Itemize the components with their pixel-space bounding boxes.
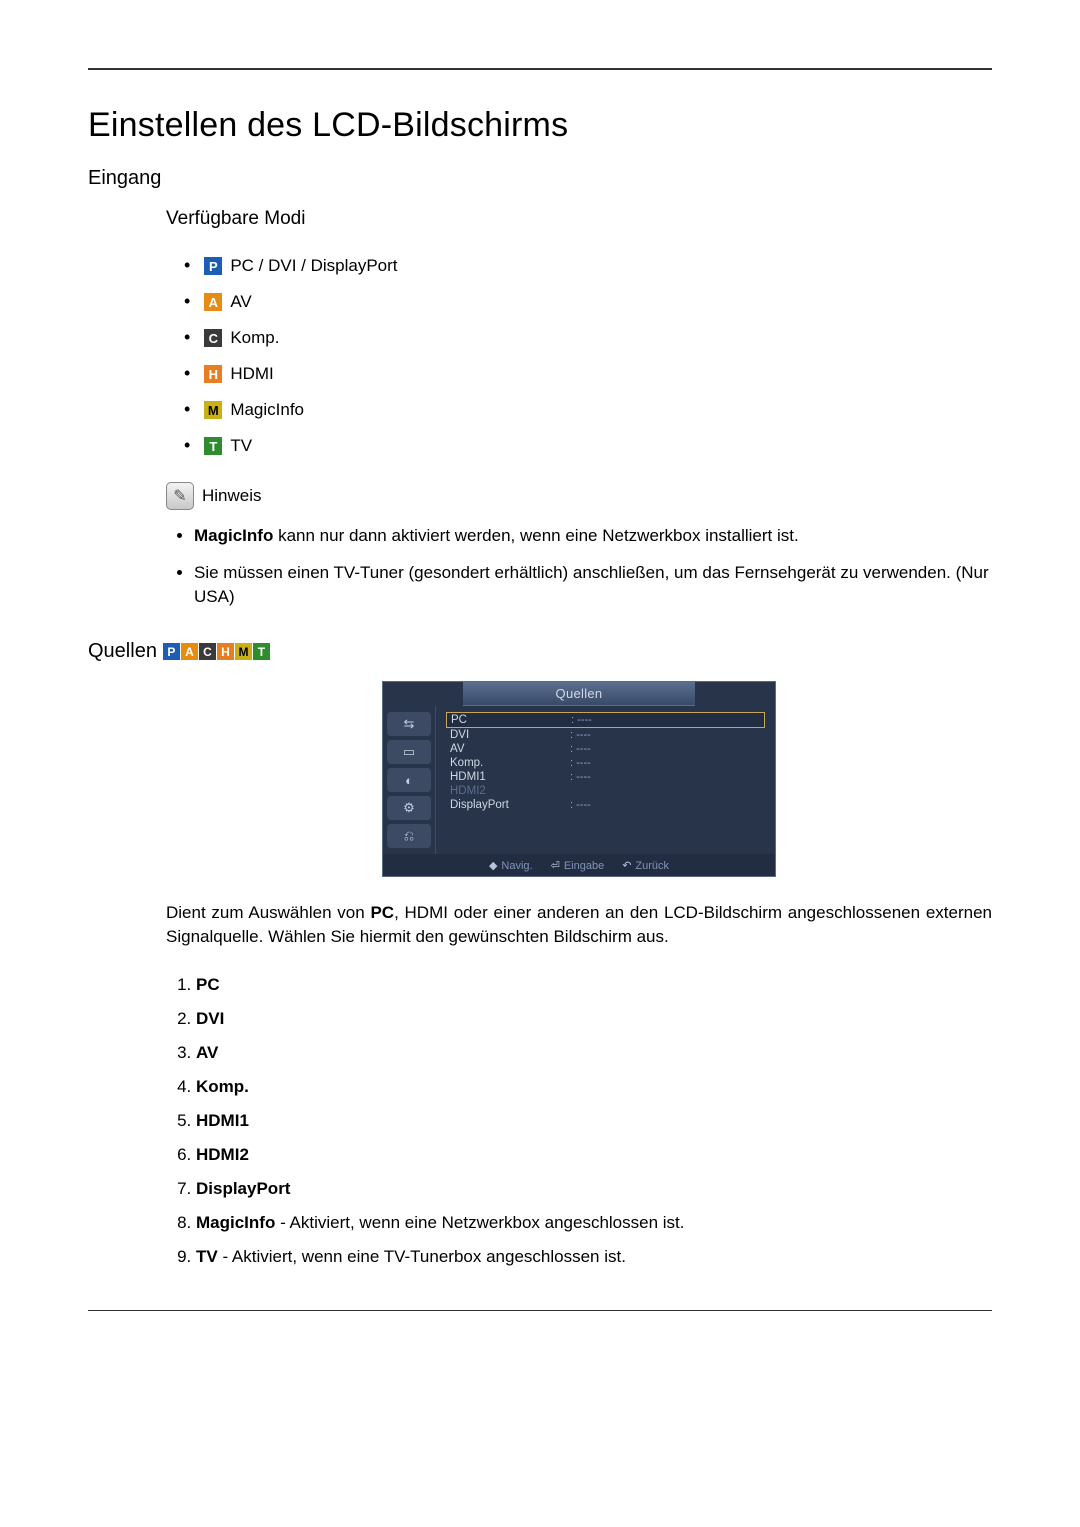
mini-icon-h: H [217, 643, 234, 660]
mode-icon-a: A [204, 293, 222, 311]
mode-icon-p: P [204, 257, 222, 275]
mode-label: AV [230, 292, 251, 312]
bottom-rule [88, 1310, 992, 1311]
list-item: TV - Aktiviert, wenn eine TV-Tunerbox an… [196, 1240, 992, 1274]
note-bullets: MagicInfo kann nur dann aktiviert werden… [166, 524, 992, 608]
note-row: ✎ Hinweis [166, 482, 992, 510]
osd-row-dim: HDMI2 [446, 784, 765, 798]
mode-item: T TV [184, 428, 992, 464]
mode-icon-h: H [204, 365, 222, 383]
section-quellen: Quellen P A C H M T [88, 640, 992, 663]
osd-side-icon: ⚙ [387, 796, 431, 820]
osd-foot-navig: ◆Navig. [489, 859, 533, 872]
mode-label: HDMI [230, 364, 273, 384]
list-item: HDMI2 [196, 1138, 992, 1172]
content-block: Verfügbare Modi P PC / DVI / DisplayPort … [166, 208, 992, 608]
section-eingang: Eingang [88, 167, 992, 190]
mode-label: MagicInfo [230, 400, 304, 420]
note-bullet: MagicInfo kann nur dann aktiviert werden… [194, 524, 992, 547]
osd-preview: Quellen ⇆ ▭ ◐ ⚙ ⎌ PC: ---- DVI: ---- AV:… [382, 681, 776, 877]
mode-item: H HDMI [184, 356, 992, 392]
quellen-block: Quellen ⇆ ▭ ◐ ⚙ ⎌ PC: ---- DVI: ---- AV:… [166, 681, 992, 1274]
mode-item: C Komp. [184, 320, 992, 356]
osd-sidebar: ⇆ ▭ ◐ ⚙ ⎌ [383, 706, 436, 854]
mini-icon-c: C [199, 643, 216, 660]
top-rule [88, 68, 992, 70]
osd-row: AV: ---- [446, 742, 765, 756]
mode-item: A AV [184, 284, 992, 320]
sources-numbered-list: PC DVI AV Komp. HDMI1 HDMI2 DisplayPort … [166, 968, 992, 1274]
sources-description: Dient zum Auswählen von PC, HDMI oder ei… [166, 901, 992, 948]
osd-title: Quellen [463, 682, 695, 706]
osd-row: DisplayPort: ---- [446, 798, 765, 812]
modes-list: P PC / DVI / DisplayPort A AV C Komp. H HDMI… [184, 248, 992, 464]
osd-side-icon: ⎌ [387, 824, 431, 848]
list-item: HDMI1 [196, 1104, 992, 1138]
note-bullet-text: kann nur dann aktiviert werden, wenn ein… [273, 526, 798, 545]
note-bullet-text: Sie müssen einen TV-Tuner (gesondert erh… [194, 563, 989, 605]
mini-icon-a: A [181, 643, 198, 660]
mode-item: P PC / DVI / DisplayPort [184, 248, 992, 284]
osd-list: PC: ---- DVI: ---- AV: ---- Komp.: ---- … [436, 706, 775, 854]
desc-strong: PC [370, 903, 394, 922]
osd-row: DVI: ---- [446, 728, 765, 742]
document-page: Einstellen des LCD-Bildschirms Eingang V… [0, 0, 1080, 1359]
mode-label: TV [230, 436, 252, 456]
osd-side-icon: ⇆ [387, 712, 431, 736]
mode-label: Komp. [230, 328, 279, 348]
note-bullet: Sie müssen einen TV-Tuner (gesondert erh… [194, 561, 992, 608]
mode-icon-t: T [204, 437, 222, 455]
list-item: AV [196, 1036, 992, 1070]
mode-item: M MagicInfo [184, 392, 992, 428]
list-item: MagicInfo - Aktiviert, wenn eine Netzwer… [196, 1206, 992, 1240]
osd-side-icon: ▭ [387, 740, 431, 764]
mini-icon-p: P [163, 643, 180, 660]
osd-footer: ◆Navig. ⏎Eingabe ↶Zurück [383, 854, 775, 876]
list-item: DVI [196, 1002, 992, 1036]
list-item: Komp. [196, 1070, 992, 1104]
osd-row: HDMI1: ---- [446, 770, 765, 784]
list-item: PC [196, 968, 992, 1002]
osd-row: Komp.: ---- [446, 756, 765, 770]
note-label: Hinweis [202, 486, 262, 506]
section-quellen-label: Quellen [88, 640, 157, 663]
desc-pre: Dient zum Auswählen von [166, 903, 370, 922]
note-bullet-strong: MagicInfo [194, 526, 273, 545]
page-title: Einstellen des LCD-Bildschirms [88, 106, 992, 145]
mode-label: PC / DVI / DisplayPort [230, 256, 397, 276]
list-item: DisplayPort [196, 1172, 992, 1206]
osd-foot-zuruck: ↶Zurück [622, 859, 669, 872]
osd-row: PC: ---- [446, 712, 765, 728]
mode-icon-c: C [204, 329, 222, 347]
osd-foot-eingabe: ⏎Eingabe [551, 859, 605, 872]
mini-icon-t: T [253, 643, 270, 660]
osd-preview-wrap: Quellen ⇆ ▭ ◐ ⚙ ⎌ PC: ---- DVI: ---- AV:… [166, 681, 992, 877]
osd-side-icon: ◐ [387, 768, 431, 792]
mini-icon-m: M [235, 643, 252, 660]
mini-icons-strip: P A C H M T [163, 643, 270, 660]
note-icon: ✎ [166, 482, 194, 510]
mode-icon-m: M [204, 401, 222, 419]
subsection-modes: Verfügbare Modi [166, 208, 992, 230]
